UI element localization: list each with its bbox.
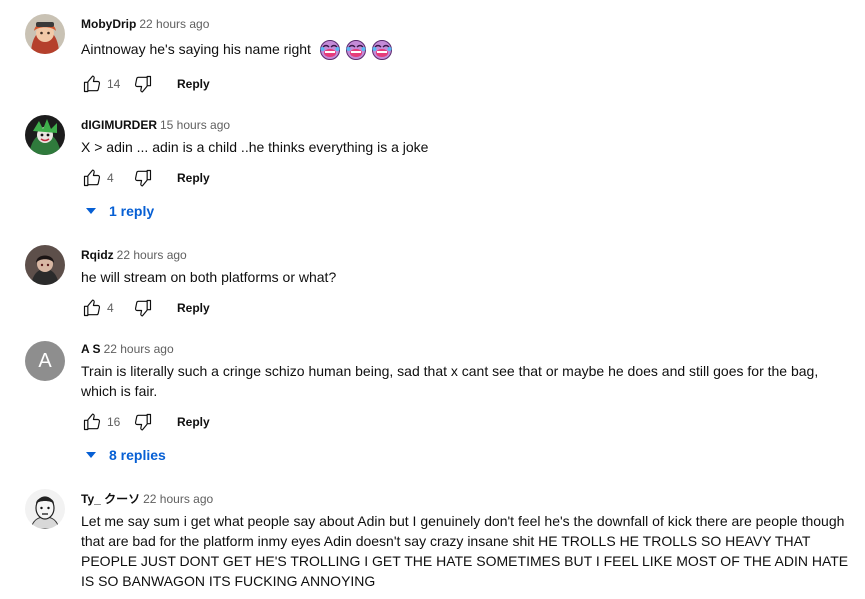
thumbs-down-icon: [134, 75, 152, 93]
avatar[interactable]: [25, 489, 65, 529]
dislike-button[interactable]: [131, 166, 155, 190]
comment-author[interactable]: dIGIMURDER: [81, 118, 157, 132]
avatar[interactable]: [25, 14, 65, 54]
replies-count-label: 8 replies: [109, 447, 166, 463]
like-button[interactable]: [80, 410, 104, 434]
like-button[interactable]: [80, 296, 104, 320]
view-replies-button[interactable]: 1 reply: [86, 200, 154, 222]
dislike-button[interactable]: [131, 410, 155, 434]
comment-timestamp[interactable]: 22 hours ago: [117, 248, 187, 262]
like-count: 4: [107, 171, 114, 185]
comment-timestamp[interactable]: 22 hours ago: [139, 17, 209, 31]
like-button[interactable]: [80, 72, 104, 96]
skull-laughing-emoji: [371, 39, 393, 61]
skull-laughing-emoji: [319, 39, 341, 61]
like-count: 14: [107, 77, 121, 91]
replies-count-label: 1 reply: [109, 203, 155, 219]
comment-author[interactable]: Ty_ クーソ: [81, 492, 140, 506]
comment-actions: 16 Reply: [80, 410, 210, 434]
comment-text: he will stream on both platforms or what…: [81, 269, 337, 285]
thumbs-up-icon: [83, 75, 101, 93]
dislike-button[interactable]: [131, 296, 155, 320]
comment-timestamp[interactable]: 22 hours ago: [143, 492, 213, 506]
comment-actions: 4 Reply: [80, 296, 210, 320]
thumbs-up-icon: [83, 413, 101, 431]
comment-actions: 14 Reply: [80, 72, 210, 96]
comment-author[interactable]: Rqidz: [81, 248, 114, 262]
skull-laughing-emoji: [345, 39, 367, 61]
dislike-button[interactable]: [131, 72, 155, 96]
reply-button[interactable]: Reply: [177, 77, 210, 91]
avatar[interactable]: A: [25, 341, 65, 381]
comment-text: Let me say sum i get what people say abo…: [81, 513, 849, 589]
like-button[interactable]: [80, 166, 104, 190]
chevron-down-icon: [86, 208, 96, 214]
avatar-letter: A: [38, 349, 52, 372]
comment-author[interactable]: MobyDrip: [81, 17, 136, 31]
comment-text-body: Aintnoway he's saying his name right: [81, 41, 311, 57]
thumbs-up-icon: [83, 169, 101, 187]
avatar[interactable]: [25, 245, 65, 285]
reply-button[interactable]: Reply: [177, 171, 210, 185]
view-replies-button[interactable]: 8 replies: [86, 444, 166, 466]
comment-text: Train is literally such a cringe schizo …: [81, 363, 819, 399]
comment-author[interactable]: A S: [81, 342, 101, 356]
comment-timestamp[interactable]: 22 hours ago: [104, 342, 174, 356]
like-count: 4: [107, 301, 114, 315]
thumbs-up-icon: [83, 299, 101, 317]
avatar[interactable]: [25, 115, 65, 155]
reply-button[interactable]: Reply: [177, 301, 210, 315]
thumbs-down-icon: [134, 169, 152, 187]
comment-text: Aintnoway he's saying his name right: [81, 39, 851, 61]
reply-button[interactable]: Reply: [177, 415, 210, 429]
comment-text: X > adin ... adin is a child ..he thinks…: [81, 139, 429, 155]
comment-actions: 4 Reply: [80, 166, 210, 190]
like-count: 16: [107, 415, 121, 429]
comment-timestamp[interactable]: 15 hours ago: [160, 118, 230, 132]
chevron-down-icon: [86, 452, 96, 458]
thumbs-down-icon: [134, 413, 152, 431]
thumbs-down-icon: [134, 299, 152, 317]
